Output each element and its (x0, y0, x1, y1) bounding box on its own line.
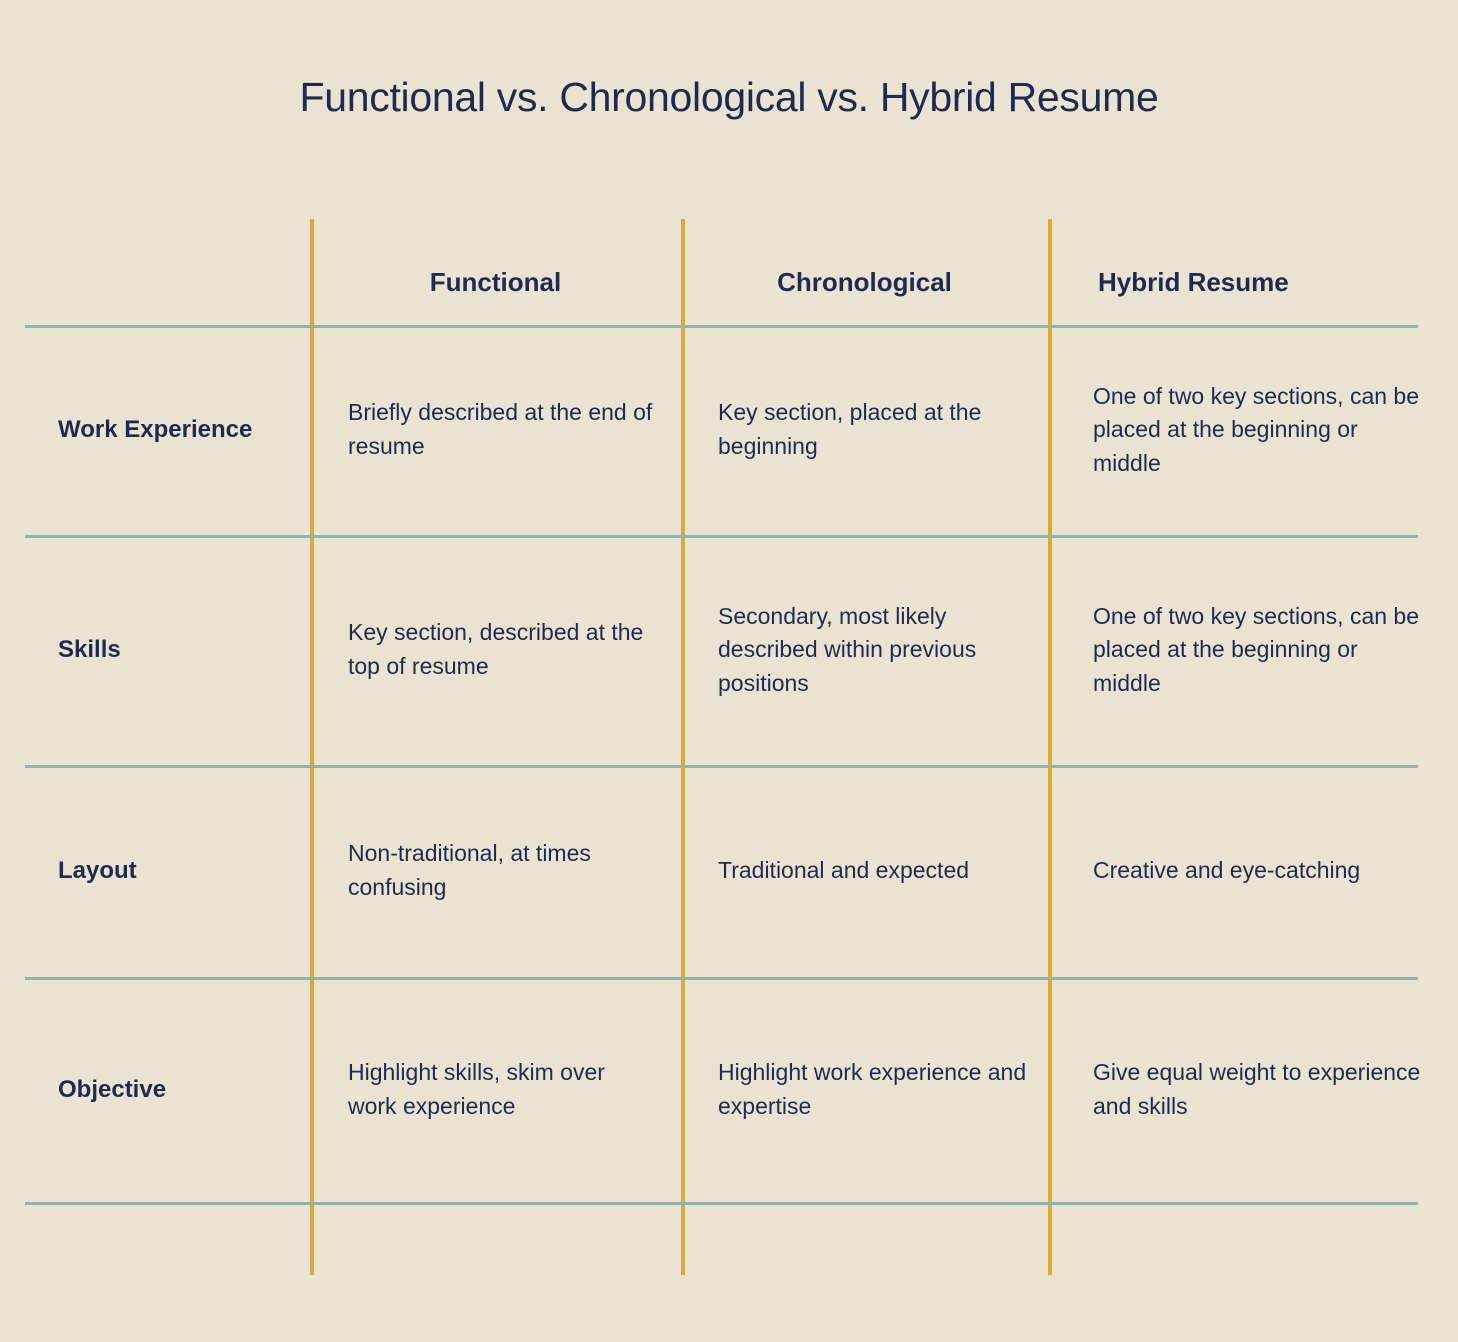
column-divider-2 (681, 219, 685, 1275)
table-cell: Secondary, most likely described within … (718, 602, 977, 696)
column-divider-1 (310, 219, 314, 1275)
row-header-skills: Skills (58, 636, 121, 664)
comparison-table: Functional Chronological Hybrid Resume W… (25, 219, 1420, 1277)
column-header-functional: Functional (429, 266, 562, 297)
row-divider-4 (25, 1202, 1418, 1205)
table-cell: Briefly described at the end of resume (348, 399, 653, 459)
row-header-work-experience: Work Experience (58, 416, 253, 444)
row-header-layout: Layout (58, 857, 137, 885)
table-cell: Key section, described at the top of res… (348, 619, 644, 679)
table-cell: Give equal weight to experience and skil… (1093, 1058, 1421, 1119)
row-header-objective: Objective (58, 1075, 167, 1103)
table-cell: Key section, placed at the beginning (718, 399, 982, 459)
table-cell: One of two key sections, can be placed a… (1093, 382, 1420, 476)
table-cell: Creative and eye-catching (1093, 857, 1361, 884)
column-header-chronological: Chronological (777, 266, 952, 297)
table-cell: Highlight work experience and expertise (718, 1058, 1027, 1119)
table-cell: Traditional and expected (718, 857, 970, 884)
table-cell: One of two key sections, can be placed a… (1093, 602, 1420, 696)
table-cell: Highlight skills, skim over work experie… (348, 1058, 605, 1119)
table-cell: Non-traditional, at times confusing (348, 840, 591, 900)
column-header-hybrid-resume: Hybrid Resume (1098, 266, 1289, 297)
page-title: Functional vs. Chronological vs. Hybrid … (299, 74, 1159, 120)
column-divider-3 (1048, 219, 1052, 1275)
comparison-table-page: Functional vs. Chronological vs. Hybrid … (0, 0, 1458, 1342)
